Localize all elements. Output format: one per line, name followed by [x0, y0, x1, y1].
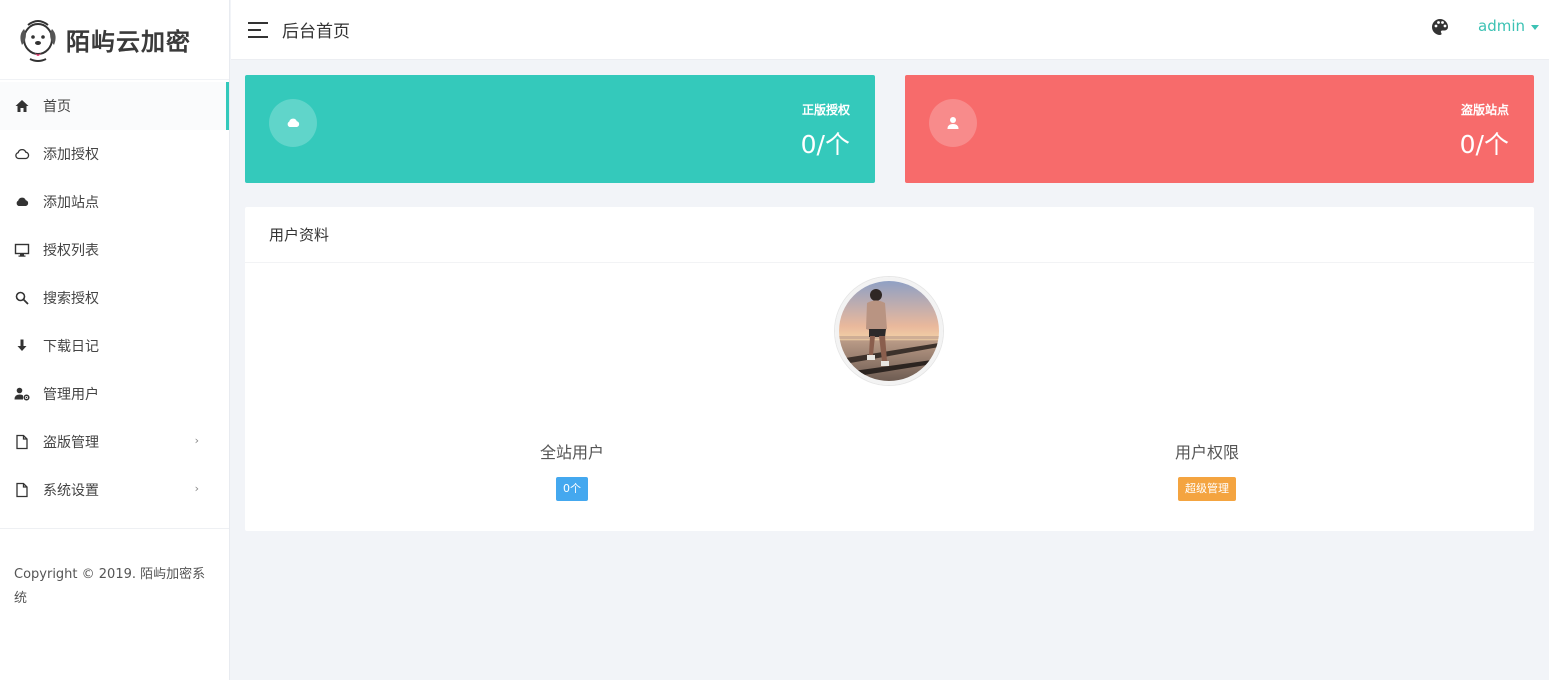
- sidebar-item-add-license[interactable]: 添加授权: [0, 130, 229, 178]
- monitor-icon: [12, 240, 32, 260]
- sidebar-item-home[interactable]: 首页: [0, 82, 229, 130]
- sidebar-item-label: 授权列表: [43, 243, 99, 259]
- search-icon: [12, 288, 32, 308]
- permission-label: 用户权限: [1174, 443, 1239, 462]
- user-icon: [947, 117, 959, 129]
- avatar: [835, 277, 943, 385]
- user-menu[interactable]: admin: [1478, 17, 1539, 35]
- site-users-label: 全站用户: [539, 443, 604, 462]
- chevron-right-icon: ›: [194, 482, 199, 495]
- stat-card-licensed: 正版授权 0/个: [245, 75, 875, 183]
- panel-title: 用户资料: [245, 207, 1534, 263]
- sidebar-item-piracy-management[interactable]: 盗版管理 ›: [0, 418, 229, 466]
- cloud-icon: [12, 192, 32, 212]
- sidebar-item-label: 添加站点: [43, 195, 99, 211]
- username: admin: [1478, 17, 1525, 35]
- stat-value: 0/个: [800, 130, 850, 159]
- sidebar-item-label: 下载日记: [43, 339, 99, 355]
- document-icon: [12, 432, 32, 452]
- home-icon: [12, 96, 32, 116]
- sidebar-item-search-license[interactable]: 搜索授权: [0, 274, 229, 322]
- sidebar-item-download-log[interactable]: 下载日记: [0, 322, 229, 370]
- stat-label: 正版授权: [801, 103, 850, 117]
- site-users-stat: 全站用户 0个: [472, 439, 672, 501]
- menu-toggle-icon[interactable]: [248, 21, 268, 38]
- document-icon: [12, 480, 32, 500]
- top-header: 后台首页 admin: [231, 0, 1549, 60]
- chevron-right-icon: ›: [194, 434, 199, 447]
- stat-label: 盗版站点: [1460, 103, 1509, 117]
- sidebar-item-label: 盗版管理: [43, 435, 99, 451]
- sidebar-nav: 首页 添加授权 添加站点 授权列表 搜索授权 下载日记 管理用户 盗版管理 › …: [0, 80, 229, 514]
- sidebar-item-label: 系统设置: [43, 483, 99, 499]
- sidebar-item-add-site[interactable]: 添加站点: [0, 178, 229, 226]
- cloud-icon: [287, 118, 300, 127]
- user-profile-panel: 用户资料 全站用户 0个 用户权限 超级管理: [245, 207, 1534, 531]
- cloud-outline-icon: [12, 144, 32, 164]
- sidebar: 陌屿云加密 首页 添加授权 添加站点 授权列表 搜索授权 下载日记 管理用户 盗…: [0, 0, 230, 680]
- stat-icon-circle: [929, 99, 977, 147]
- stat-value: 0/个: [1459, 130, 1509, 159]
- sidebar-item-label: 首页: [43, 99, 71, 115]
- brand-name: 陌屿云加密: [66, 27, 191, 56]
- sidebar-item-manage-users[interactable]: 管理用户: [0, 370, 229, 418]
- sidebar-item-label: 搜索授权: [43, 291, 99, 307]
- sidebar-item-system-settings[interactable]: 系统设置 ›: [0, 466, 229, 514]
- sidebar-item-label: 管理用户: [43, 387, 99, 403]
- permission-stat: 用户权限 超级管理: [1107, 439, 1307, 501]
- dog-logo-icon: [20, 19, 56, 62]
- stat-card-pirated: 盗版站点 0/个: [905, 75, 1534, 183]
- user-gear-icon: [12, 384, 32, 404]
- sidebar-item-label: 添加授权: [43, 147, 99, 163]
- page-title: 后台首页: [282, 22, 350, 42]
- permission-badge: 超级管理: [1178, 477, 1236, 501]
- site-users-badge: 0个: [556, 477, 588, 501]
- download-icon: [12, 336, 32, 356]
- caret-down-icon: [1531, 24, 1539, 30]
- palette-icon[interactable]: [1430, 17, 1450, 37]
- divider: [0, 528, 229, 529]
- sidebar-item-license-list[interactable]: 授权列表: [0, 226, 229, 274]
- stat-icon-circle: [269, 99, 317, 147]
- brand[interactable]: 陌屿云加密: [0, 0, 229, 80]
- copyright: Copyright © 2019. 陌屿加密系统: [14, 567, 206, 606]
